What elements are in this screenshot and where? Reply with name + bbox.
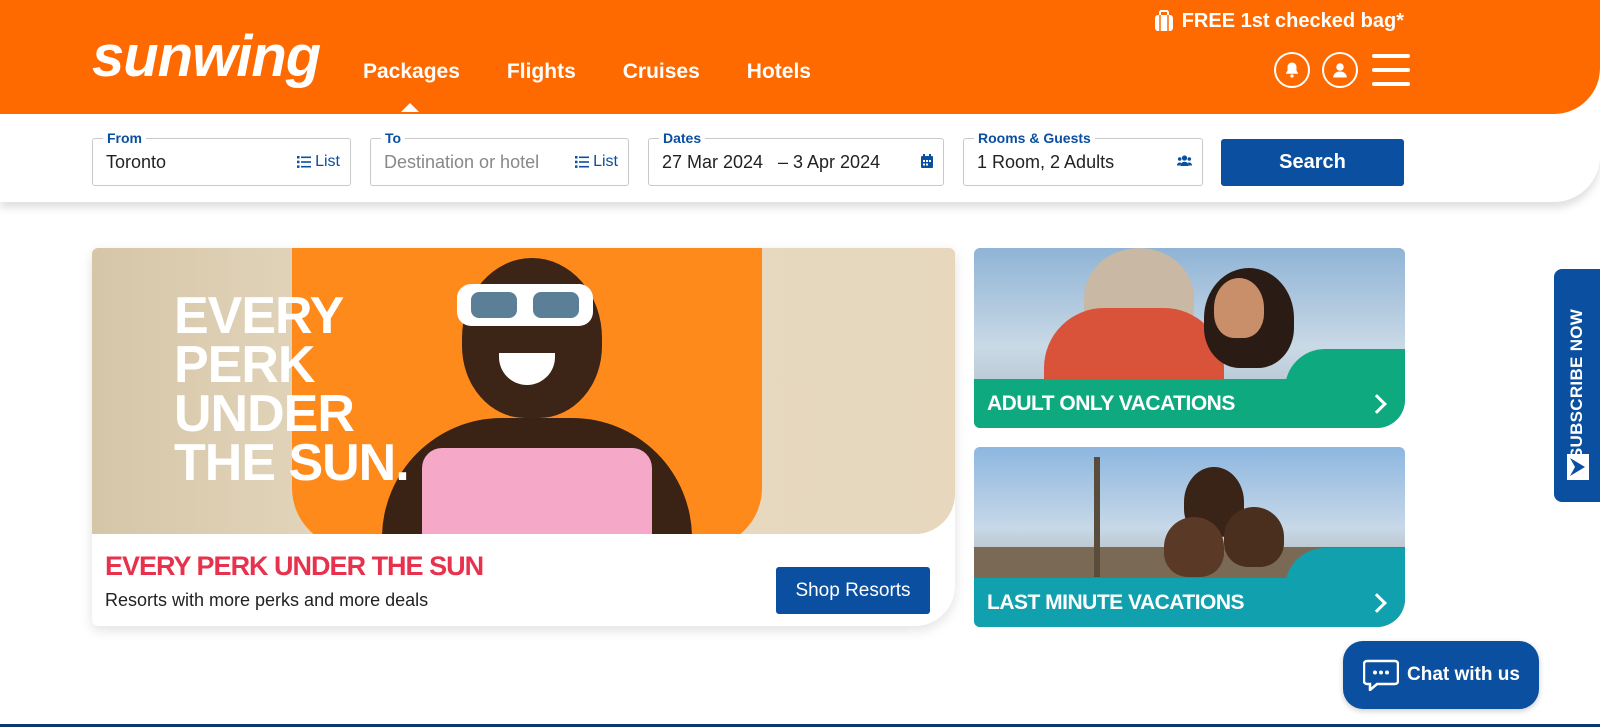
shop-resorts-button[interactable]: Shop Resorts	[776, 567, 930, 614]
rooms-value: 1 Room, 2 Adults	[977, 152, 1115, 172]
hamburger-menu-icon[interactable]	[1372, 54, 1410, 86]
date-end: – 3 Apr 2024	[778, 152, 881, 172]
subscribe-now-tab[interactable]: SUBSCRIBE NOW	[1554, 269, 1600, 502]
nav-hotels[interactable]: Hotels	[747, 60, 811, 84]
date-start: 27 Mar 2024	[662, 152, 764, 172]
adult-only-label: ADULT ONLY VACATIONS	[987, 391, 1235, 415]
hero-image: EVERY PERK UNDER THE SUN.	[92, 248, 955, 534]
nav-flights[interactable]: Flights	[507, 60, 576, 84]
chevron-right-icon	[1367, 592, 1387, 613]
last-minute-label: LAST MINUTE VACATIONS	[987, 590, 1245, 614]
search-button[interactable]: Search	[1221, 139, 1404, 186]
free-bag-promo[interactable]: FREE 1st checked bag*	[1152, 9, 1404, 33]
chevron-right-icon	[1367, 393, 1387, 414]
hero-banner[interactable]: EVERY PERK UNDER THE SUN. EVERY PERK UND…	[92, 248, 955, 626]
luggage-icon	[1154, 10, 1173, 31]
from-field[interactable]: From Toronto List	[92, 130, 351, 186]
adult-only-band: ADULT ONLY VACATIONS	[974, 349, 1405, 428]
list-icon	[297, 156, 312, 168]
bell-icon	[1286, 62, 1298, 78]
from-value: Toronto	[106, 152, 167, 172]
dates-label: Dates	[659, 130, 706, 146]
adult-only-vacations-card[interactable]: ADULT ONLY VACATIONS	[974, 248, 1405, 428]
last-minute-band: LAST MINUTE VACATIONS	[974, 548, 1405, 627]
sunwing-logo[interactable]: sunwing	[92, 28, 321, 86]
account-button[interactable]	[1322, 52, 1358, 88]
search-panel: From Toronto List To Destination or hote…	[0, 114, 1600, 202]
last-minute-vacations-card[interactable]: LAST MINUTE VACATIONS	[974, 447, 1405, 627]
calendar-icon	[921, 154, 933, 168]
to-label: To	[381, 130, 406, 146]
from-list-label: List	[315, 153, 340, 170]
dates-field[interactable]: Dates 27 Mar 2024 – 3 Apr 2024	[648, 130, 944, 186]
main-nav: Packages Flights Cruises Hotels	[363, 60, 858, 112]
hero-subtitle: Resorts with more perks and more deals	[105, 590, 429, 610]
rooms-label: Rooms & Guests	[974, 130, 1095, 146]
from-list-button[interactable]: List	[297, 153, 340, 171]
promo-text: FREE 1st checked bag*	[1181, 9, 1404, 32]
from-label: From	[103, 130, 146, 146]
list-icon	[575, 156, 590, 168]
rooms-guests-field[interactable]: Rooms & Guests 1 Room, 2 Adults	[963, 130, 1203, 186]
hero-image-text: EVERY PERK UNDER THE SUN.	[174, 287, 410, 492]
to-field[interactable]: To Destination or hotel List	[370, 130, 629, 186]
header-actions	[1274, 52, 1410, 88]
chat-bubble-icon	[1363, 659, 1399, 691]
notifications-button[interactable]	[1274, 52, 1310, 88]
chat-label: Chat with us	[1407, 664, 1520, 685]
subscribe-arrow-icon	[1567, 454, 1589, 480]
to-list-button[interactable]: List	[575, 153, 618, 171]
nav-cruises[interactable]: Cruises	[623, 60, 700, 84]
nav-packages[interactable]: Packages	[363, 60, 460, 112]
user-icon	[1333, 63, 1347, 78]
to-list-label: List	[593, 153, 618, 170]
hero-title: EVERY PERK UNDER THE SUN	[105, 551, 484, 581]
site-header: FREE 1st checked bag* sunwing Packages F…	[0, 0, 1600, 114]
guests-icon	[1177, 155, 1192, 167]
page: FREE 1st checked bag* sunwing Packages F…	[0, 0, 1600, 727]
to-placeholder: Destination or hotel	[384, 152, 540, 172]
chat-button[interactable]: Chat with us	[1343, 641, 1539, 709]
subscribe-label: SUBSCRIBE NOW	[1567, 308, 1586, 459]
